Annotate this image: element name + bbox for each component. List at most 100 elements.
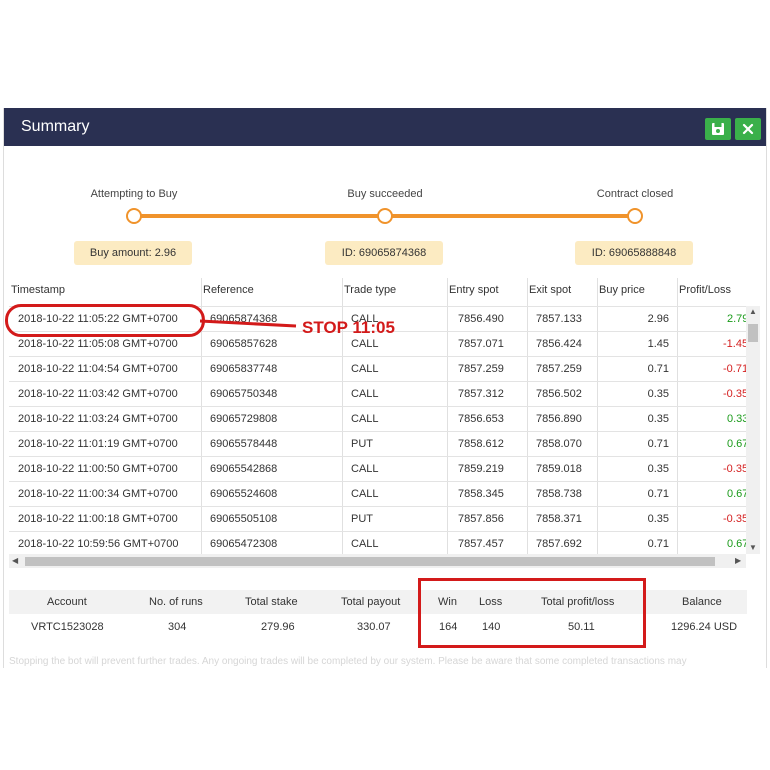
close-icon xyxy=(742,123,754,135)
summary-dialog: Summary Attempting to Buy Buy succeeded … xyxy=(3,108,767,668)
cell-reference: 69065750348 xyxy=(210,388,278,400)
annotation-arrow xyxy=(200,319,297,328)
cell-profit-loss: -0.71 xyxy=(723,363,749,375)
summary-header-account: Account xyxy=(47,596,87,608)
summary-payout: 330.07 xyxy=(357,621,391,633)
horizontal-scroll-thumb[interactable] xyxy=(25,557,715,566)
vertical-scrollbar[interactable]: ▲ ▼ xyxy=(746,306,760,554)
column-header-reference[interactable]: Reference xyxy=(203,284,254,296)
column-header-timestamp[interactable]: Timestamp xyxy=(11,284,65,296)
scroll-right-icon[interactable]: ▶ xyxy=(735,556,741,565)
horizontal-scrollbar[interactable]: ◀ ▶ xyxy=(9,554,746,568)
cell-profit-loss: -1.45 xyxy=(723,338,749,350)
cell-timestamp: 2018-10-22 11:01:19 GMT+0700 xyxy=(18,438,178,450)
step-box-buy-id: ID: 69065874368 xyxy=(325,241,443,265)
table-row[interactable]: 2018-10-22 11:04:54 GMT+0700 69065837748 C… xyxy=(9,356,749,382)
close-button[interactable] xyxy=(735,118,761,140)
cell-price: 0.35 xyxy=(647,463,669,475)
cell-timestamp: 2018-10-22 11:03:24 GMT+0700 xyxy=(18,413,178,425)
step-box-buy-amount: Buy amount: 2.96 xyxy=(74,241,192,265)
table-header: Timestamp Reference Trade type Entry spo… xyxy=(9,278,760,306)
annotation-stop-text: STOP 11:05 xyxy=(302,318,395,337)
cell-profit-loss: -0.35 xyxy=(723,513,749,525)
summary-header-payout: Total payout xyxy=(341,596,401,608)
dialog-title: Summary xyxy=(21,118,90,135)
save-button[interactable] xyxy=(705,118,731,140)
cell-entry: 7857.259 xyxy=(458,363,504,375)
cell-entry: 7858.345 xyxy=(458,488,504,500)
table-row[interactable]: 2018-10-22 11:00:50 GMT+0700 69065542868 C… xyxy=(9,456,749,482)
vertical-scroll-thumb[interactable] xyxy=(748,324,758,342)
column-header-buy-price[interactable]: Buy price xyxy=(599,284,645,296)
step-dot-closed xyxy=(627,208,643,224)
cell-price: 0.35 xyxy=(647,513,669,525)
cell-exit: 7856.890 xyxy=(536,413,582,425)
cell-type: CALL xyxy=(351,363,379,375)
dialog-titlebar: Summary xyxy=(4,108,766,146)
cell-entry: 7856.490 xyxy=(458,313,504,325)
scroll-left-icon[interactable]: ◀ xyxy=(12,556,18,565)
table-row[interactable]: 2018-10-22 11:01:19 GMT+0700 69065578448 P… xyxy=(9,431,748,457)
cell-reference: 69065524608 xyxy=(210,488,278,500)
cell-price: 0.71 xyxy=(647,538,669,550)
cell-entry: 7858.612 xyxy=(458,438,504,450)
cell-profit-loss: -0.35 xyxy=(723,463,749,475)
summary-stake: 279.96 xyxy=(261,621,295,633)
cell-timestamp: 2018-10-22 11:05:08 GMT+0700 xyxy=(18,338,178,350)
summary-header-runs: No. of runs xyxy=(149,596,203,608)
cell-timestamp: 2018-10-22 10:59:56 GMT+0700 xyxy=(18,538,179,550)
cell-exit: 7857.259 xyxy=(536,363,582,375)
cell-entry: 7859.219 xyxy=(458,463,504,475)
cell-entry: 7857.856 xyxy=(458,513,504,525)
step-label-attempting: Attempting to Buy xyxy=(90,188,178,200)
stop-note: Stopping the bot will prevent further tr… xyxy=(9,656,687,667)
cell-exit: 7859.018 xyxy=(536,463,582,475)
cell-timestamp: 2018-10-22 11:00:50 GMT+0700 xyxy=(18,463,178,475)
column-header-trade-type[interactable]: Trade type xyxy=(344,284,396,296)
step-dot-succeeded xyxy=(377,208,393,224)
cell-profit-loss: -0.35 xyxy=(723,388,749,400)
cell-exit: 7858.371 xyxy=(536,513,582,525)
summary-account: VRTC1523028 xyxy=(31,621,104,633)
summary-balance: 1296.24 USD xyxy=(671,621,738,633)
cell-type: PUT xyxy=(351,513,373,525)
cell-price: 0.35 xyxy=(647,413,669,425)
table-row[interactable]: 2018-10-22 11:00:34 GMT+0700 69065524608 C… xyxy=(9,481,748,507)
step-label-succeeded: Buy succeeded xyxy=(347,188,423,200)
summary-runs: 304 xyxy=(168,621,187,633)
trade-progress: Attempting to Buy Buy succeeded Contract… xyxy=(4,146,766,276)
cell-type: CALL xyxy=(351,413,379,425)
scroll-up-icon[interactable]: ▲ xyxy=(749,307,757,316)
cell-reference: 69065857628 xyxy=(210,338,278,350)
column-header-exit-spot[interactable]: Exit spot xyxy=(529,284,571,296)
cell-type: CALL xyxy=(351,463,379,475)
cell-price: 2.96 xyxy=(647,313,669,325)
column-header-profit-loss[interactable]: Profit/Loss xyxy=(679,284,731,296)
cell-exit: 7857.133 xyxy=(536,313,582,325)
cell-price: 0.71 xyxy=(647,363,669,375)
cell-price: 0.71 xyxy=(647,438,669,450)
cell-reference: 69065505108 xyxy=(210,513,278,525)
cell-entry: 7857.312 xyxy=(458,388,504,400)
cell-type: CALL xyxy=(351,338,379,350)
table-row[interactable]: 2018-10-22 11:03:24 GMT+0700 69065729808 C… xyxy=(9,406,748,432)
cell-exit: 7858.738 xyxy=(536,488,582,500)
cell-reference: 69065542868 xyxy=(210,463,278,475)
column-header-entry-spot[interactable]: Entry spot xyxy=(449,284,499,296)
cell-type: CALL xyxy=(351,538,379,550)
cell-timestamp: 2018-10-22 11:00:34 GMT+0700 xyxy=(18,488,178,500)
cell-entry: 7857.457 xyxy=(458,538,504,550)
cell-entry: 7856.653 xyxy=(458,413,504,425)
table-row[interactable]: 2018-10-22 11:03:42 GMT+0700 69065750348 C… xyxy=(9,381,749,407)
save-icon xyxy=(712,123,724,135)
cell-exit: 7856.424 xyxy=(536,338,582,350)
cell-type: PUT xyxy=(351,438,373,450)
cell-reference: 69065472308 xyxy=(210,538,278,550)
cell-timestamp: 2018-10-22 11:00:18 GMT+0700 xyxy=(18,513,178,525)
summary-header-stake: Total stake xyxy=(245,596,298,608)
cell-exit: 7856.502 xyxy=(536,388,582,400)
cell-reference: 69065578448 xyxy=(210,438,278,450)
table-row[interactable]: 2018-10-22 11:00:18 GMT+0700 69065505108 P… xyxy=(9,506,749,532)
annotation-summary-box xyxy=(418,578,646,648)
scroll-down-icon[interactable]: ▼ xyxy=(749,543,757,552)
